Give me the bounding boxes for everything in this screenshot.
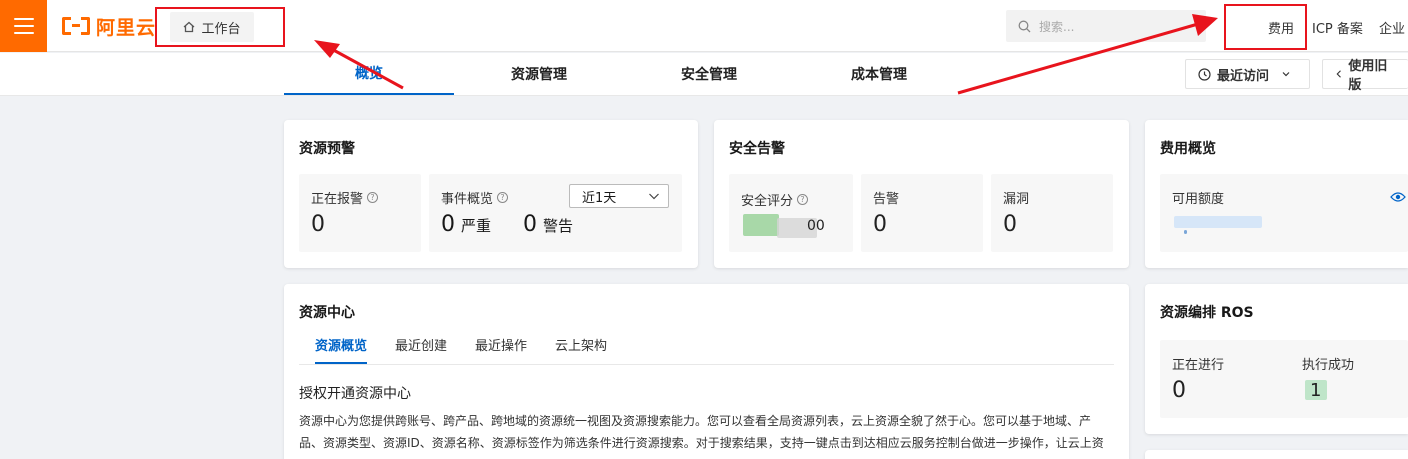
annotation-arrows — [314, 14, 1218, 95]
annotation-arrow-head — [1192, 14, 1218, 36]
annotation-arrow-line — [957, 22, 1199, 95]
annotation-arrow-line — [327, 45, 404, 90]
annotation-arrow-head — [314, 40, 340, 58]
